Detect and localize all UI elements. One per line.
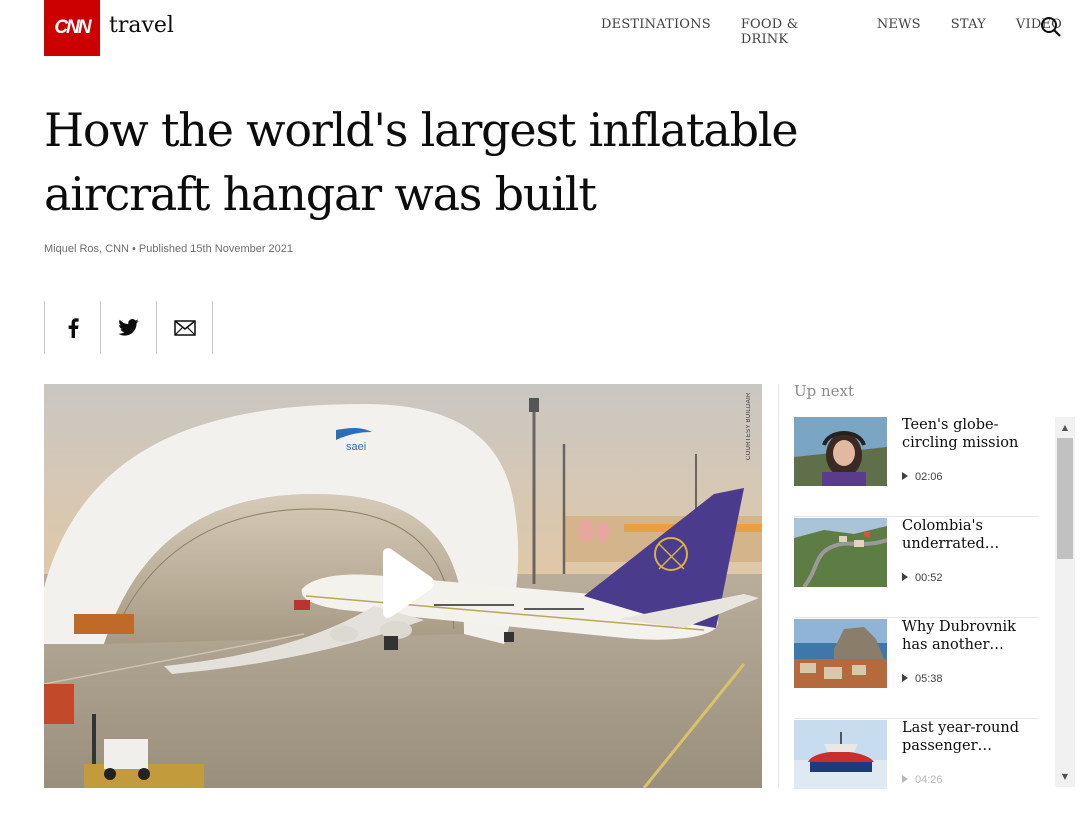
main-nav: DESTINATIONS FOOD & DRINK NEWS STAY VIDE…: [601, 17, 1092, 47]
play-small-icon: [902, 573, 908, 581]
email-icon: [173, 319, 196, 336]
scrollbar-thumb[interactable]: [1057, 438, 1073, 559]
cnn-logo[interactable]: CNN: [44, 0, 100, 56]
thumbnail-dubrovnik: [794, 619, 887, 688]
twitter-share-button[interactable]: [100, 301, 156, 354]
section-name[interactable]: travel: [109, 13, 174, 38]
upnext-list: Teen's globe-circling mission 02:06 Colo…: [794, 416, 1039, 816]
list-item-duration: 05:38: [902, 673, 943, 685]
play-icon[interactable]: [375, 547, 435, 619]
play-small-icon: [902, 472, 908, 480]
thumbnail-colombia: [794, 518, 887, 587]
upnext-scrollbar[interactable]: ▲ ▼: [1055, 417, 1075, 787]
upnext-title: Up next: [794, 382, 855, 400]
facebook-icon: [68, 317, 79, 338]
list-item-title[interactable]: Why Dubrovnik has another…: [902, 618, 1039, 654]
list-item[interactable]: Why Dubrovnik has another… 05:38: [794, 618, 1039, 719]
nav-food-drink[interactable]: FOOD & DRINK: [741, 17, 847, 47]
list-item-title[interactable]: Teen's globe-circling mission: [902, 416, 1039, 452]
nav-destinations[interactable]: DESTINATIONS: [601, 17, 711, 47]
list-item[interactable]: Teen's globe-circling mission 02:06: [794, 416, 1039, 517]
video-player[interactable]: saei COURTESY BUILDAIR: [44, 384, 762, 788]
nav-news[interactable]: NEWS: [877, 17, 921, 47]
thumbnail-hovercraft: [794, 720, 887, 789]
scroll-down-arrow-icon[interactable]: ▼: [1055, 768, 1075, 785]
logo-text: CNN: [54, 17, 91, 38]
share-bar: [44, 301, 213, 354]
list-item-duration: 02:06: [902, 471, 943, 483]
play-small-icon: [902, 674, 908, 682]
list-item-duration: 00:52: [902, 572, 943, 584]
page-title: How the world's largest inflatable aircr…: [44, 103, 799, 221]
courtesy-credit: COURTESY BUILDAIR: [746, 392, 752, 460]
twitter-icon: [118, 319, 139, 336]
search-icon[interactable]: [1040, 16, 1062, 38]
play-small-icon: [902, 775, 908, 783]
list-item[interactable]: Last year-round passenger… 04:26: [794, 719, 1039, 816]
hangar-logo: saei: [346, 441, 366, 453]
byline: Miquel Ros, CNN • Published 15th Novembe…: [44, 243, 294, 255]
list-item-duration: 04:26: [902, 774, 943, 786]
list-item[interactable]: Colombia's underrated… 00:52: [794, 517, 1039, 618]
list-item-title[interactable]: Last year-round passenger…: [902, 719, 1039, 755]
facebook-share-button[interactable]: [44, 301, 100, 354]
thumbnail-teen-pilot: [794, 417, 887, 486]
list-item-title[interactable]: Colombia's underrated…: [902, 517, 1039, 553]
scroll-up-arrow-icon[interactable]: ▲: [1055, 419, 1075, 436]
sidebar-divider: [778, 384, 779, 788]
nav-stay[interactable]: STAY: [951, 17, 986, 47]
email-share-button[interactable]: [156, 301, 213, 354]
